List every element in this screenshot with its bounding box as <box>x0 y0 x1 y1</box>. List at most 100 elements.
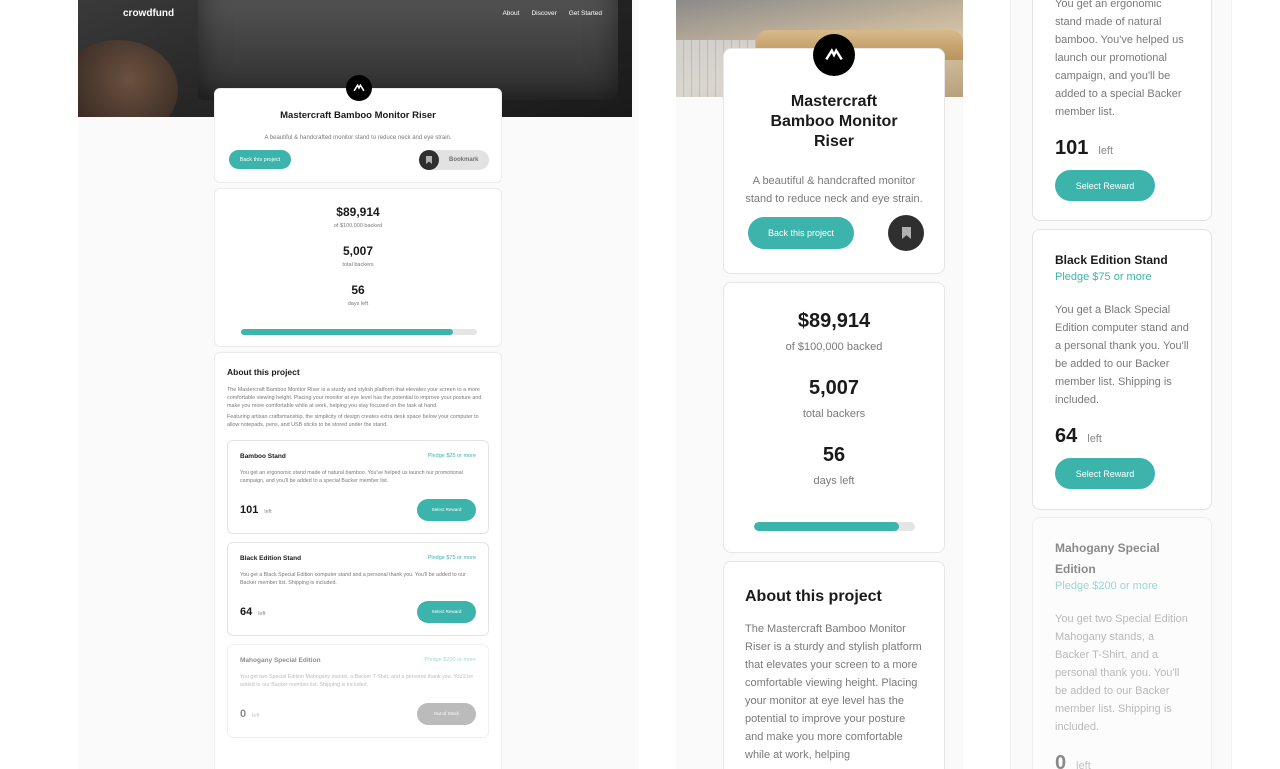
stats-card: $89,914 of $100,000 backed 5,007 total b… <box>723 282 945 553</box>
reward-remaining-label: left <box>264 508 272 515</box>
stat-backed-label: of $100,000 backed <box>785 341 883 353</box>
stats-card: $89,914 of $100,000 backed 5,007 total b… <box>214 188 502 347</box>
reward-remaining-label: left <box>258 610 266 617</box>
stat-backed-amount: $89,914 <box>336 205 380 219</box>
nav-link-discover[interactable]: Discover <box>531 10 556 17</box>
reward-description: You get two Special Edition Mahogany sta… <box>240 673 474 688</box>
reward-name: Black Edition Stand <box>1055 253 1168 267</box>
reward-remaining-count: 64 <box>1055 425 1078 447</box>
stat-days-count: 56 <box>351 283 365 297</box>
site-logo[interactable]: crowdfund <box>123 8 174 19</box>
stat-days: 56 days left <box>724 444 944 487</box>
reward-description: You get a Black Special Edition computer… <box>240 571 466 586</box>
reward-pledge: Pledge $200 or more <box>1055 580 1158 592</box>
reward-name: Mahogany Special Edition <box>240 656 321 664</box>
stat-backed: $89,914 of $100,000 backed <box>215 205 501 229</box>
reward-description: You get an ergonomic stand made of natur… <box>1055 0 1184 118</box>
funding-progress-bar <box>241 329 477 335</box>
nav-link-about[interactable]: About <box>502 10 519 17</box>
project-header-card: Mastercraft Bamboo Monitor Riser A beaut… <box>723 48 945 274</box>
screenshot-stage: crowdfund About Discover Get Started Mas… <box>0 0 1280 769</box>
reward-name: Mahogany Special Edition <box>1055 541 1160 576</box>
back-project-button[interactable]: Back this project <box>748 217 854 249</box>
reward-pledge: Pledge $25 or more <box>427 453 476 460</box>
reward-description: You get a Black Special Edition computer… <box>1055 304 1189 406</box>
reward-description: You get two Special Edition Mahogany sta… <box>1055 613 1188 733</box>
reward-remaining: 101 left <box>240 504 272 516</box>
nav-links: About Discover Get Started <box>502 10 602 17</box>
reward-card-bamboo: You get an ergonomic stand made of natur… <box>1032 0 1212 221</box>
about-heading: About this project <box>745 588 882 605</box>
out-of-stock-button: Out of Stock <box>417 702 476 725</box>
hero-hand <box>78 40 178 117</box>
about-paragraph-1: The Mastercraft Bamboo Monitor Riser is … <box>745 623 922 761</box>
reward-remaining-count: 0 <box>1055 752 1067 769</box>
stat-backers-label: total backers <box>802 408 866 420</box>
reward-name: Bamboo Stand <box>240 452 286 460</box>
reward-description: You get an ergonomic stand made of natur… <box>240 469 463 484</box>
stat-backed-amount: $89,914 <box>797 310 871 332</box>
reward-remaining: 0 left <box>240 708 259 720</box>
select-reward-button[interactable]: Select Reward <box>417 600 476 623</box>
about-card: About this project The Mastercraft Bambo… <box>214 352 502 769</box>
bookmark-button[interactable]: Bookmark <box>419 150 489 170</box>
about-paragraph-1: The Mastercraft Bamboo Monitor Riser is … <box>227 387 482 409</box>
project-actions: Back this project Bookmark <box>229 150 489 170</box>
project-actions: Back this project <box>748 215 924 251</box>
project-header-card: Mastercraft Bamboo Monitor Riser A beaut… <box>214 88 502 183</box>
about-heading: About this project <box>227 367 300 377</box>
reward-remaining-label: left <box>1087 433 1102 445</box>
funding-progress-fill <box>241 329 454 335</box>
reward-remaining: 64 left <box>240 606 266 618</box>
about-card: About this project The Mastercraft Bambo… <box>723 561 945 769</box>
reward-remaining-count: 64 <box>240 605 253 618</box>
reward-remaining-label: left <box>1098 145 1114 157</box>
reward-remaining-count: 101 <box>1055 137 1089 159</box>
reward-name: Black Edition Stand <box>240 554 302 562</box>
project-subtitle: A beautiful & handcrafted monitor stand … <box>745 175 923 205</box>
stat-days-label: days left <box>347 301 369 307</box>
stat-backers: 5,007 total backers <box>215 244 501 268</box>
about-paragraph-2: Featuring artisan craftsmanship, the sim… <box>227 414 479 429</box>
reward-card-mahogany: Mahogany Special Edition Pledge $200 or … <box>227 643 489 738</box>
mastercraft-logo-icon <box>346 75 372 101</box>
reward-pledge: Pledge $75 or more <box>427 555 476 562</box>
select-reward-button[interactable]: Select Reward <box>1055 170 1155 201</box>
stat-backed-label: of $100,000 backed <box>333 223 383 229</box>
reward-remaining-count: 0 <box>240 707 247 720</box>
stat-backed: $89,914 of $100,000 backed <box>724 310 944 353</box>
reward-remaining-label: left <box>1076 760 1091 769</box>
bookmark-label: Bookmark <box>449 157 479 163</box>
stat-backers-count: 5,007 <box>808 377 860 399</box>
reward-remaining: 0 left <box>1055 752 1189 769</box>
reward-card-bamboo: Bamboo Stand Pledge $25 or more You get … <box>227 439 489 534</box>
nav-link-get-started[interactable]: Get Started <box>569 10 602 17</box>
select-reward-button[interactable]: Select Reward <box>1055 458 1155 489</box>
desktop-view: crowdfund About Discover Get Started Mas… <box>78 0 639 769</box>
reward-remaining: 64 left <box>1055 425 1189 448</box>
funding-progress-fill <box>754 522 899 531</box>
stat-backers-count: 5,007 <box>342 244 374 258</box>
reward-card-black-edition: Black Edition Stand Pledge $75 or more Y… <box>227 541 489 636</box>
mobile-view-top: Mastercraft Bamboo Monitor Riser A beaut… <box>676 0 963 769</box>
bookmark-icon <box>419 150 439 170</box>
desktop-navbar: crowdfund About Discover Get Started <box>123 8 602 19</box>
stat-days-count: 56 <box>822 444 846 466</box>
stat-backers: 5,007 total backers <box>724 377 944 420</box>
back-project-button[interactable]: Back this project <box>229 150 291 169</box>
reward-remaining-count: 101 <box>240 503 259 516</box>
select-reward-button[interactable]: Select Reward <box>417 498 476 521</box>
project-title: Mastercraft Bamboo Monitor Riser <box>280 110 436 121</box>
reward-pledge: Pledge $200 or more <box>424 657 476 664</box>
bookmark-icon[interactable] <box>888 215 924 251</box>
stat-backers-label: total backers <box>342 262 374 268</box>
reward-card-mahogany: Mahogany Special Edition Pledge $200 or … <box>1032 517 1212 769</box>
mobile-view-rewards: You get an ergonomic stand made of natur… <box>1010 0 1232 769</box>
stat-days-label: days left <box>813 475 855 487</box>
funding-progress-bar <box>754 522 915 531</box>
reward-pledge: Pledge $75 or more <box>1055 271 1152 283</box>
mastercraft-logo-icon <box>813 34 855 76</box>
stat-days: 56 days left <box>215 283 501 307</box>
reward-card-black-edition: Black Edition Stand Pledge $75 or more Y… <box>1032 229 1212 510</box>
project-title: Mastercraft Bamboo Monitor Riser <box>770 93 898 150</box>
